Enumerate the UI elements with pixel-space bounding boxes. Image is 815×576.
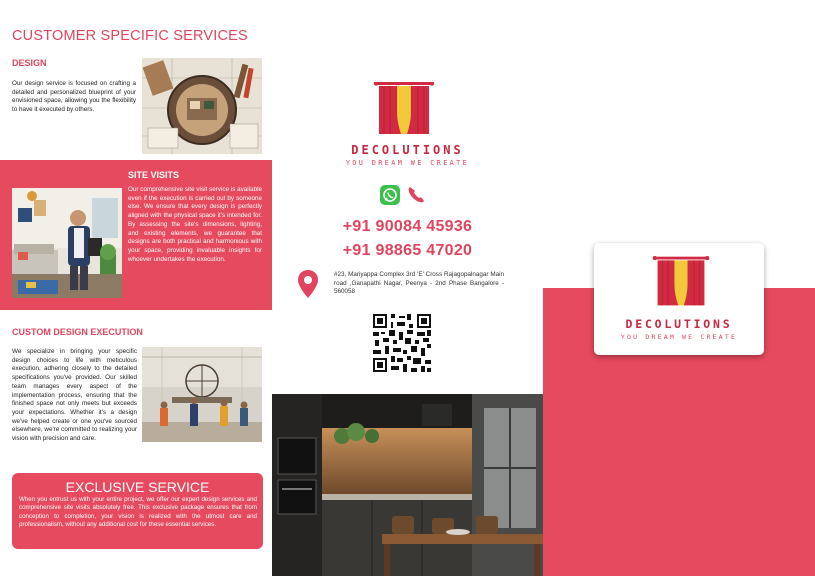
site-visits-title: SITE VISITS (128, 170, 180, 180)
site-visits-description: Our comprehensive site visit service is … (128, 186, 262, 263)
brand-name: DECOLUTIONS (351, 143, 464, 157)
exclusive-service-description: When you entrust us with your entire pro… (19, 496, 257, 528)
location-pin-icon (298, 270, 318, 298)
phone-number-2[interactable]: +91 98865 47020 (272, 242, 543, 260)
phone-number-1[interactable]: +91 90084 45936 (272, 218, 543, 236)
decolutions-logo-icon (373, 82, 435, 134)
phone-icon[interactable] (406, 185, 426, 205)
cover-brand-tagline: YOU DREAM WE CREATE (620, 333, 738, 341)
address-text: #23, Mariyappa Complex 3rd 'E' Cross Raj… (334, 271, 504, 296)
cover-brand-name: DECOLUTIONS (625, 317, 733, 331)
services-heading: CUSTOMER SPECIFIC SERVICES (12, 28, 248, 44)
exclusive-service-box: EXCLUSIVE SERVICE When you entrust us wi… (12, 473, 263, 549)
design-blueprint-image (142, 58, 262, 154)
custom-execution-description: We specialize in bringing your specific … (12, 348, 137, 443)
execution-team-image (142, 347, 262, 442)
design-description: Our design service is focused on craftin… (12, 80, 136, 114)
left-panel: CUSTOMER SPECIFIC SERVICES DESIGN Our de… (0, 0, 272, 576)
middle-panel: DECOLUTIONS YOU DREAM WE CREATE +91 9008… (272, 0, 543, 576)
exclusive-service-title: EXCLUSIVE SERVICE (65, 479, 210, 495)
kitchen-interior-photo (272, 394, 543, 576)
design-title: DESIGN (12, 58, 47, 68)
qr-code-icon[interactable] (373, 314, 431, 372)
custom-execution-title: CUSTOM DESIGN EXECUTION (12, 327, 143, 337)
cover-logo-card: DECOLUTIONS YOU DREAM WE CREATE (594, 243, 764, 355)
site-visit-photo (12, 188, 122, 298)
whatsapp-icon[interactable] (380, 185, 400, 205)
right-panel: DECOLUTIONS YOU DREAM WE CREATE (543, 0, 815, 576)
decolutions-logo-icon (652, 256, 710, 306)
brand-tagline: YOU DREAM WE CREATE (345, 159, 470, 167)
